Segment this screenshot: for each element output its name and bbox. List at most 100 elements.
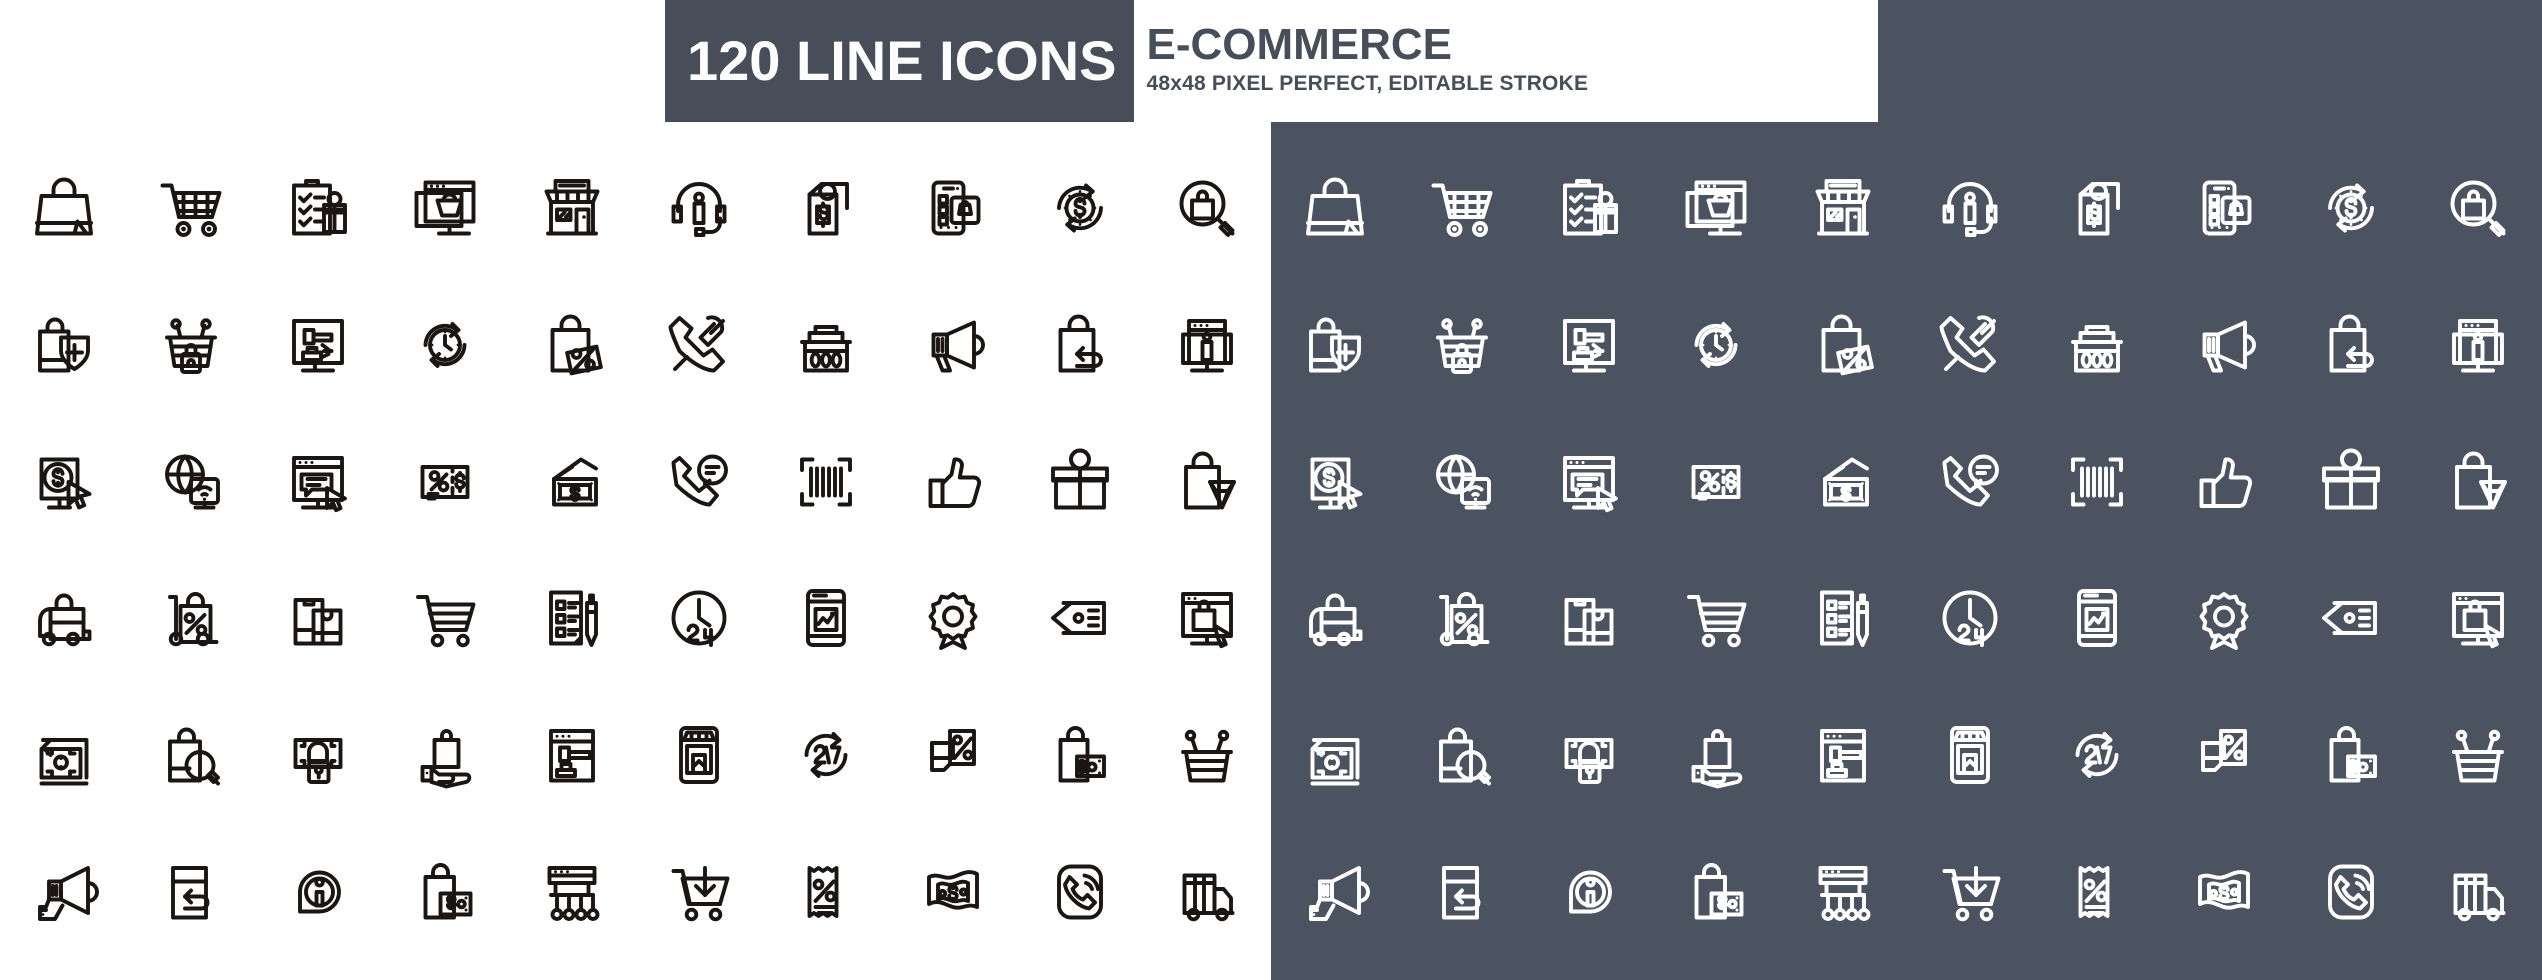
icon-cell-hand-truck-discount-icon[interactable] <box>127 550 254 687</box>
icon-cell-price-tag-dollar-icon[interactable] <box>2034 140 2161 277</box>
icon-cell-headset-support-icon[interactable] <box>1906 140 2033 277</box>
icon-cell-delivery-truck-bag-icon[interactable] <box>1271 550 1398 687</box>
icon-cell-online-auction-monitor-icon[interactable] <box>1525 277 1652 414</box>
icon-cell-bag-shield-protection-icon[interactable] <box>1271 277 1398 414</box>
icon-cell-online-chat-monitor-icon[interactable] <box>254 413 381 550</box>
icon-cell-phone-ring-call-icon[interactable] <box>1017 823 1144 960</box>
icon-cell-storefront-icon[interactable] <box>1779 140 1906 277</box>
icon-cell-hand-megaphone-promo-icon[interactable] <box>1271 823 1398 960</box>
icon-cell-shopping-bags-pair-icon[interactable] <box>254 550 381 687</box>
icon-cell-bag-card-payment-icon[interactable] <box>1017 687 1144 824</box>
icon-cell-shopping-bags-pair-icon[interactable] <box>1525 550 1652 687</box>
icon-cell-discount-receipt-icon[interactable] <box>2034 823 2161 960</box>
icon-cell-cash-banknote-icon[interactable] <box>2161 823 2288 960</box>
icon-cell-discount-coupon-icon[interactable] <box>1652 413 1779 550</box>
icon-cell-secure-basket-lock-icon[interactable] <box>1398 277 1525 414</box>
icon-cell-return-bag-arrow-icon[interactable] <box>2288 277 2415 414</box>
icon-cell-money-wallet-icon[interactable] <box>508 413 635 550</box>
icon-cell-headset-support-icon[interactable] <box>635 140 762 277</box>
icon-cell-online-store-monitor-icon[interactable] <box>1652 140 1779 277</box>
icon-cell-return-policy-page-icon[interactable] <box>1398 823 1525 960</box>
icon-cell-money-back-banknote-icon[interactable] <box>0 687 127 824</box>
icon-cell-bag-shield-protection-icon[interactable] <box>0 277 127 414</box>
icon-cell-clock-refresh-icon[interactable] <box>1652 277 1779 414</box>
icon-cell-mobile-shopping-app-icon[interactable] <box>2161 140 2288 277</box>
icon-cell-bag-in-hand-icon[interactable] <box>1652 687 1779 824</box>
icon-cell-secure-basket-lock-icon[interactable] <box>127 277 254 414</box>
icon-cell-sale-tags-icon[interactable] <box>1017 550 1144 687</box>
icon-cell-clock-24-hours-icon[interactable] <box>1906 550 2033 687</box>
icon-cell-money-back-banknote-icon[interactable] <box>1271 687 1398 824</box>
icon-cell-checklist-gift-icon[interactable] <box>254 140 381 277</box>
icon-cell-hand-megaphone-promo-icon[interactable] <box>0 823 127 960</box>
icon-cell-verified-product-monitor-icon[interactable] <box>2415 550 2542 687</box>
icon-cell-pay-per-click-icon[interactable] <box>0 413 127 550</box>
icon-cell-premium-bag-diamond-icon[interactable] <box>1144 413 1271 550</box>
icon-cell-discount-bag-percent-icon[interactable] <box>508 277 635 414</box>
icon-cell-discount-bag-percent-icon[interactable] <box>1779 277 1906 414</box>
icon-cell-online-chat-monitor-icon[interactable] <box>1525 413 1652 550</box>
icon-cell-24-7-service-icon[interactable] <box>2034 687 2161 824</box>
icon-cell-product-search-magnifier-icon[interactable] <box>2415 140 2542 277</box>
icon-cell-bag-card-payment-icon[interactable] <box>2288 687 2415 824</box>
icon-cell-online-auction-monitor-icon[interactable] <box>254 277 381 414</box>
icon-cell-phone-support-wrench-icon[interactable] <box>1906 277 2033 414</box>
icon-cell-gift-box-icon[interactable] <box>1017 413 1144 550</box>
icon-cell-bag-banknote-icon[interactable] <box>1652 823 1779 960</box>
icon-cell-shopping-cart-icon[interactable] <box>1398 140 1525 277</box>
icon-cell-megaphone-marketing-icon[interactable] <box>890 277 1017 414</box>
icon-cell-money-wallet-icon[interactable] <box>1779 413 1906 550</box>
icon-cell-settings-gear-award-icon[interactable] <box>2161 550 2288 687</box>
icon-cell-sale-tags-icon[interactable] <box>2288 550 2415 687</box>
icon-cell-pay-per-click-icon[interactable] <box>1271 413 1398 550</box>
icon-cell-shopping-cart-icon[interactable] <box>127 140 254 277</box>
icon-cell-shopping-basket-icon[interactable] <box>763 277 890 414</box>
icon-cell-barcode-scan-icon[interactable] <box>763 413 890 550</box>
icon-cell-phone-support-wrench-icon[interactable] <box>635 277 762 414</box>
icon-cell-info-support-icon[interactable] <box>254 823 381 960</box>
icon-cell-secure-payment-lock-icon[interactable] <box>254 687 381 824</box>
icon-cell-add-to-cart-icon[interactable] <box>635 823 762 960</box>
icon-cell-discount-coupon-icon[interactable] <box>381 413 508 550</box>
icon-cell-shopping-basket-empty-icon[interactable] <box>2415 687 2542 824</box>
icon-cell-shopping-bag-icon[interactable] <box>0 140 127 277</box>
icon-cell-24-7-service-icon[interactable] <box>763 687 890 824</box>
icon-cell-order-list-pen-icon[interactable] <box>1779 550 1906 687</box>
icon-cell-return-policy-page-icon[interactable] <box>127 823 254 960</box>
icon-cell-bag-in-hand-icon[interactable] <box>381 687 508 824</box>
icon-cell-money-refund-circle-icon[interactable] <box>1017 140 1144 277</box>
icon-cell-discount-document-icon[interactable] <box>890 687 1017 824</box>
icon-cell-store-mobile-front-icon[interactable] <box>1906 687 2033 824</box>
icon-cell-mobile-store-chart-icon[interactable] <box>763 550 890 687</box>
icon-cell-phone-call-support-icon[interactable] <box>635 413 762 550</box>
icon-cell-phone-call-support-icon[interactable] <box>1906 413 2033 550</box>
icon-cell-product-info-monitor-icon[interactable] <box>2415 277 2542 414</box>
icon-cell-online-store-monitor-icon[interactable] <box>381 140 508 277</box>
icon-cell-thumbs-up-review-icon[interactable] <box>2161 413 2288 550</box>
icon-cell-bag-search-icon[interactable] <box>1398 687 1525 824</box>
icon-cell-store-mobile-front-icon[interactable] <box>635 687 762 824</box>
icon-cell-empty-cart-icon[interactable] <box>381 550 508 687</box>
icon-cell-discount-document-icon[interactable] <box>2161 687 2288 824</box>
icon-cell-add-to-cart-icon[interactable] <box>1906 823 2033 960</box>
icon-cell-info-support-icon[interactable] <box>1525 823 1652 960</box>
icon-cell-clock-24-hours-icon[interactable] <box>635 550 762 687</box>
icon-cell-product-info-monitor-icon[interactable] <box>1144 277 1271 414</box>
icon-cell-empty-cart-icon[interactable] <box>1652 550 1779 687</box>
icon-cell-thumbs-up-review-icon[interactable] <box>890 413 1017 550</box>
icon-cell-price-tag-dollar-icon[interactable] <box>763 140 890 277</box>
icon-cell-cargo-delivery-truck-icon[interactable] <box>1144 823 1271 960</box>
icon-cell-return-bag-arrow-icon[interactable] <box>1017 277 1144 414</box>
icon-cell-mobile-shopping-app-icon[interactable] <box>890 140 1017 277</box>
icon-cell-global-wifi-commerce-icon[interactable] <box>1398 413 1525 550</box>
icon-cell-checklist-gift-icon[interactable] <box>1525 140 1652 277</box>
icon-cell-shopping-basket-icon[interactable] <box>2034 277 2161 414</box>
icon-cell-secure-payment-lock-icon[interactable] <box>1525 687 1652 824</box>
icon-cell-verified-product-monitor-icon[interactable] <box>1144 550 1271 687</box>
icon-cell-money-refund-circle-icon[interactable] <box>2288 140 2415 277</box>
icon-cell-mobile-store-chart-icon[interactable] <box>2034 550 2161 687</box>
icon-cell-global-wifi-commerce-icon[interactable] <box>127 413 254 550</box>
icon-cell-cash-banknote-icon[interactable] <box>890 823 1017 960</box>
icon-cell-barcode-scan-icon[interactable] <box>2034 413 2161 550</box>
icon-cell-bag-search-icon[interactable] <box>127 687 254 824</box>
